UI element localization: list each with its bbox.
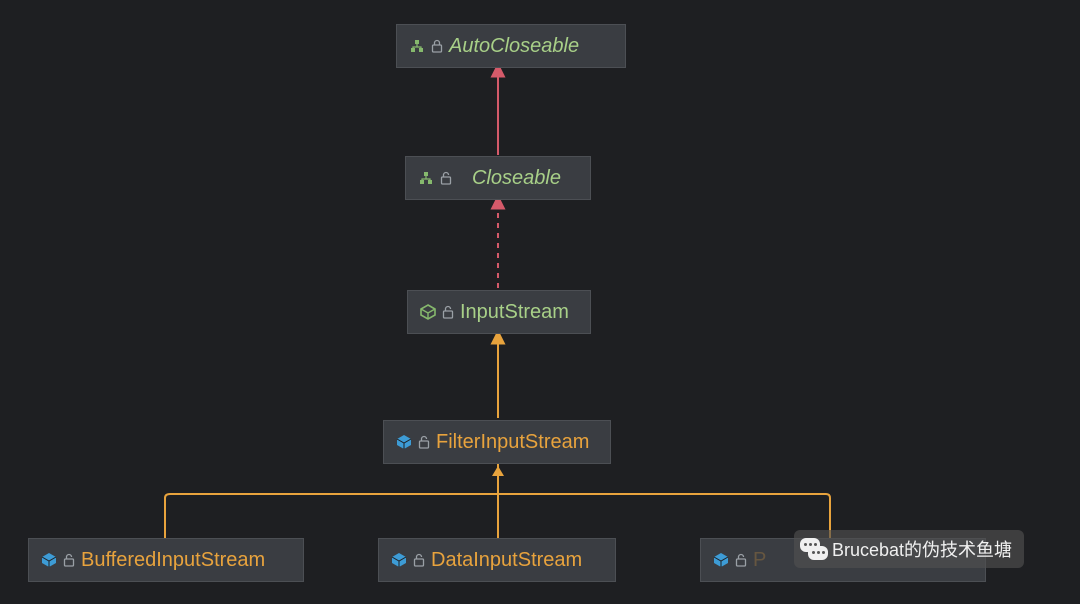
node-bufferedinputstream[interactable]: BufferedInputStream: [28, 538, 304, 582]
interface-icon: [409, 38, 425, 54]
class-icon: [391, 552, 407, 568]
lock-open-icon: [442, 305, 454, 319]
node-datainputstream[interactable]: DataInputStream: [378, 538, 616, 582]
branch-bus: [165, 494, 830, 498]
node-closeable[interactable]: Closeable: [405, 156, 591, 200]
watermark-text: Brucebat的伪技术鱼塘: [832, 536, 1012, 562]
diagram-canvas: AutoCloseable Closeable InputStream Filt…: [0, 0, 1080, 604]
lock-open-icon: [735, 553, 747, 567]
wechat-icon: [800, 538, 828, 560]
lock-closed-icon: [431, 39, 443, 53]
node-label: Closeable: [472, 167, 561, 190]
abstract-class-icon: [420, 304, 436, 320]
watermark-overlay: Brucebat的伪技术鱼塘: [794, 530, 1024, 568]
node-label: P: [753, 549, 766, 572]
lock-open-icon: [440, 171, 452, 185]
node-autocloseable[interactable]: AutoCloseable: [396, 24, 626, 68]
class-icon: [41, 552, 57, 568]
node-label: BufferedInputStream: [81, 549, 265, 572]
branch-arrow-icon: [492, 466, 504, 476]
lock-open-icon: [413, 553, 425, 567]
node-filterinputstream[interactable]: FilterInputStream: [383, 420, 611, 464]
lock-open-icon: [63, 553, 75, 567]
lock-open-icon: [418, 435, 430, 449]
node-label: FilterInputStream: [436, 431, 589, 454]
class-icon: [396, 434, 412, 450]
node-label: InputStream: [460, 301, 569, 324]
node-inputstream[interactable]: InputStream: [407, 290, 591, 334]
class-icon: [713, 552, 729, 568]
node-label: AutoCloseable: [449, 35, 579, 58]
interface-icon: [418, 170, 434, 186]
node-label: DataInputStream: [431, 549, 582, 572]
